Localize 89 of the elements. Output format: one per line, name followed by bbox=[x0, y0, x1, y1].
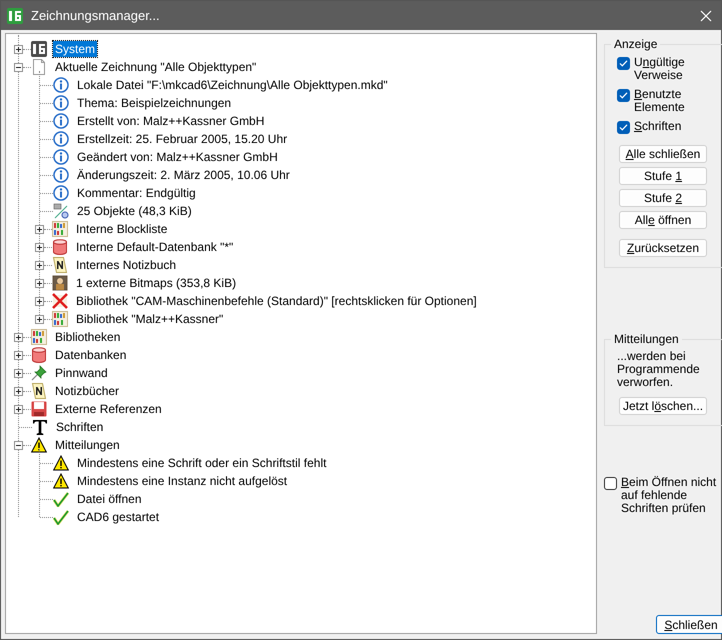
window-title: Zeichnungsmanager... bbox=[31, 8, 161, 23]
tree-item[interactable]: Interne Blockliste bbox=[74, 221, 170, 237]
tree-item[interactable]: System bbox=[53, 41, 98, 57]
tree-item[interactable]: Änderungszeit: 2. März 2005, 10.06 Uhr bbox=[75, 167, 292, 183]
expand-toggle[interactable] bbox=[14, 350, 23, 360]
tree-item[interactable]: Aktuelle Zeichnung "Alle Objekttypen" bbox=[53, 59, 258, 75]
expand-toggle[interactable] bbox=[35, 314, 44, 324]
collapse-toggle[interactable] bbox=[14, 440, 23, 450]
info-icon bbox=[53, 149, 69, 165]
tree-item[interactable]: Schriften bbox=[54, 419, 106, 435]
expand-toggle[interactable] bbox=[35, 278, 44, 288]
tree-level-button[interactable]: Alle schließen bbox=[619, 145, 707, 163]
picture-icon bbox=[52, 275, 68, 291]
tree-item[interactable]: Mindestens eine Instanz nicht aufgelöst bbox=[75, 473, 290, 489]
close-icon[interactable] bbox=[699, 8, 713, 22]
crossed-out-icon bbox=[52, 293, 68, 309]
info-icon bbox=[53, 77, 69, 93]
tree-item[interactable]: Notizbücher bbox=[53, 383, 122, 399]
tree-item[interactable]: Pinnwand bbox=[53, 365, 110, 381]
tree-item[interactable]: Geändert von: Malz++Kassner GmbH bbox=[75, 149, 280, 165]
expand-toggle[interactable] bbox=[14, 44, 23, 54]
checkbox[interactable] bbox=[604, 477, 617, 490]
warning-icon bbox=[31, 437, 47, 453]
document-icon bbox=[31, 59, 47, 75]
tree-item[interactable]: Internes Notizbuch bbox=[74, 257, 178, 273]
bookshelf-icon bbox=[31, 329, 47, 345]
objects-icon bbox=[53, 203, 69, 219]
tree-item[interactable]: Erstellt von: Malz++Kassner GmbH bbox=[75, 113, 266, 129]
tree-item[interactable]: Datei öffnen bbox=[75, 491, 144, 507]
floppy-icon bbox=[31, 401, 47, 417]
tree-item[interactable]: Kommentar: Endgültig bbox=[75, 185, 198, 201]
info-text: ...werden bei Programmende verworfen. bbox=[617, 350, 701, 389]
tree-item[interactable]: Datenbanken bbox=[53, 347, 128, 363]
expand-toggle[interactable] bbox=[35, 242, 44, 252]
tree-item[interactable]: Erstellzeit: 25. Februar 2005, 15.20 Uhr bbox=[75, 131, 290, 147]
tree-item[interactable]: Bibliothek "CAM-Maschinenbefehle (Standard)" [rechtsklicken für Optionen] bbox=[74, 293, 479, 309]
checkbox-label[interactable]: Beim Öffnen nicht auf fehlende Schriften prüfen bbox=[621, 476, 722, 515]
checkbox[interactable] bbox=[617, 121, 630, 134]
bookshelf-icon bbox=[52, 311, 68, 327]
expand-toggle[interactable] bbox=[14, 404, 23, 414]
tree-item[interactable]: Mitteilungen bbox=[53, 437, 122, 453]
database-icon bbox=[31, 347, 47, 363]
notebook-icon bbox=[31, 383, 47, 399]
warning-icon bbox=[53, 473, 69, 489]
info-icon bbox=[53, 185, 69, 201]
checkmark-icon bbox=[53, 491, 69, 507]
tree-level-button[interactable]: Alle öffnen bbox=[619, 211, 707, 229]
expand-toggle[interactable] bbox=[14, 368, 23, 378]
info-icon bbox=[53, 113, 69, 129]
tree-item[interactable]: Thema: Beispielzeichnungen bbox=[75, 95, 234, 111]
tree-item[interactable]: Bibliotheken bbox=[53, 329, 122, 345]
expand-toggle[interactable] bbox=[35, 296, 44, 306]
info-icon bbox=[53, 167, 69, 183]
notebook-icon bbox=[52, 257, 68, 273]
info-icon bbox=[53, 131, 69, 147]
collapse-toggle[interactable] bbox=[14, 62, 23, 72]
tree-item[interactable]: Externe Referenzen bbox=[53, 401, 164, 417]
group-title: Mitteilungen bbox=[613, 332, 680, 346]
bookshelf-icon bbox=[52, 221, 68, 237]
checkbox-label[interactable]: Benutzte Elemente bbox=[634, 88, 708, 114]
tree-level-button[interactable]: Stufe 1 bbox=[619, 167, 707, 185]
letter-t-icon bbox=[32, 419, 48, 435]
app-logo-icon bbox=[7, 8, 23, 24]
checkbox-label[interactable]: Schriften bbox=[634, 120, 708, 133]
close-button[interactable]: Schließen bbox=[656, 615, 722, 634]
expand-toggle[interactable] bbox=[14, 332, 23, 342]
tree-item[interactable]: Mindestens eine Schrift oder ein Schriftstil fehlt bbox=[75, 455, 328, 471]
expand-toggle[interactable] bbox=[35, 224, 44, 234]
tree-item[interactable]: 25 Objekte (48,3 KiB) bbox=[75, 203, 194, 219]
tree-level-button[interactable]: Zurücksetzen bbox=[619, 239, 707, 257]
tree-item[interactable]: CAD6 gestartet bbox=[75, 509, 162, 525]
tree-level-button[interactable]: Stufe 2 bbox=[619, 189, 707, 207]
clear-button[interactable]: Jetzt löschen... bbox=[619, 397, 707, 415]
database-icon bbox=[52, 239, 68, 255]
expand-toggle[interactable] bbox=[14, 386, 23, 396]
tree-item[interactable]: 1 externe Bitmaps (353,8 KiB) bbox=[74, 275, 238, 291]
tree-item[interactable]: Lokale Datei "F:\mkcad6\Zeichnung\Alle Objekttypen.mkd" bbox=[75, 77, 390, 93]
pushpin-icon bbox=[31, 365, 47, 381]
expand-toggle[interactable] bbox=[35, 260, 44, 270]
info-icon bbox=[53, 95, 69, 111]
warning-icon bbox=[53, 455, 69, 471]
tree-item[interactable]: Interne Default-Datenbank "*" bbox=[74, 239, 236, 255]
checkbox-label[interactable]: Ungültige Verweise bbox=[634, 56, 708, 82]
group-title: Anzeige bbox=[613, 37, 658, 51]
tree-item[interactable]: Bibliothek "Malz++Kassner" bbox=[74, 311, 226, 327]
app-logo-icon bbox=[31, 41, 47, 57]
checkbox[interactable] bbox=[617, 57, 630, 70]
checkbox[interactable] bbox=[617, 89, 630, 102]
checkmark-icon bbox=[53, 509, 69, 525]
